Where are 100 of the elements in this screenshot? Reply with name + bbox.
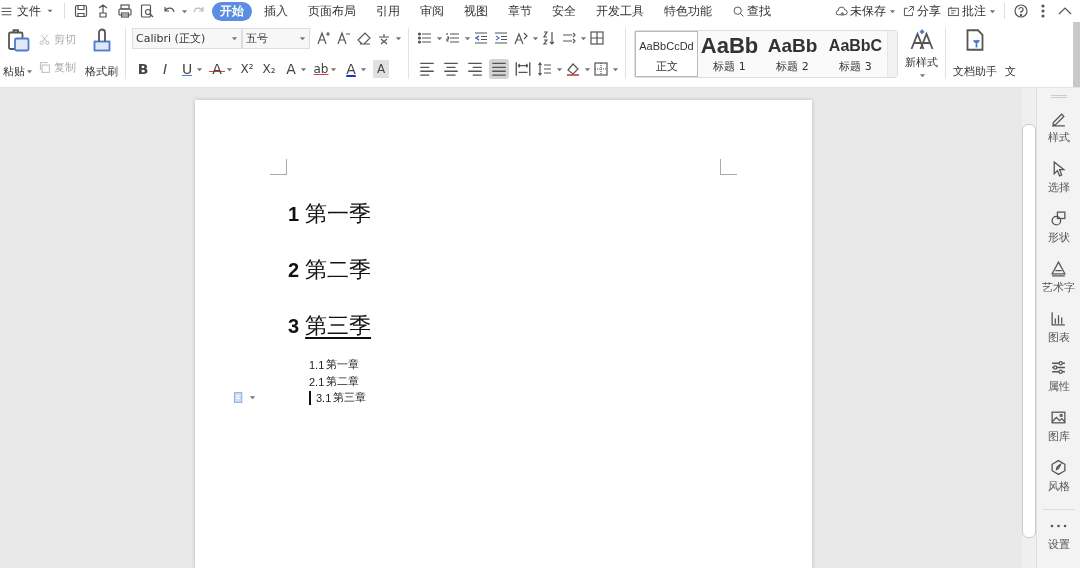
border-icon[interactable] xyxy=(593,61,609,77)
gallery-scrollbar[interactable] xyxy=(887,30,897,77)
heading-number: 1 xyxy=(288,203,300,226)
menu-tab[interactable]: 特色功能 xyxy=(656,1,720,21)
menu-tab[interactable]: 审阅 xyxy=(412,1,452,21)
increase-indent-icon[interactable] xyxy=(493,30,509,46)
scrollbar-thumb[interactable] xyxy=(1022,124,1036,538)
help-icon[interactable] xyxy=(1013,3,1029,19)
list-number: 2.1 xyxy=(309,375,325,388)
list-text: 第三章 xyxy=(333,391,367,406)
heading-text: 第三季 xyxy=(305,312,372,340)
shading-icon[interactable] xyxy=(565,61,581,77)
file-menu[interactable]: 文件 xyxy=(0,3,59,19)
italic-button[interactable]: I xyxy=(156,59,174,79)
bold-button[interactable]: B xyxy=(134,59,152,79)
table-icon[interactable] xyxy=(589,30,605,46)
paragraph-spacing-icon[interactable] xyxy=(561,30,577,46)
menu-tab[interactable]: 插入 xyxy=(256,1,296,21)
new-style-button[interactable]: 新样式 xyxy=(902,26,941,81)
new-style-icon xyxy=(909,28,934,52)
distribute-icon[interactable] xyxy=(513,59,533,79)
shrink-font-icon[interactable] xyxy=(336,30,352,46)
caret-icon xyxy=(989,7,996,15)
menu-tab[interactable]: 页面布局 xyxy=(300,1,364,21)
paste-button[interactable]: 粘贴 xyxy=(0,26,36,81)
caret-icon xyxy=(181,7,188,15)
search-button[interactable]: 查找 xyxy=(724,1,779,21)
sidebar-button[interactable]: 风格 xyxy=(1047,459,1070,510)
save-status-button[interactable]: 未保存 xyxy=(835,3,896,19)
share-button[interactable]: 分享 xyxy=(902,3,941,19)
menu-tab[interactable]: 开发工具 xyxy=(588,1,652,21)
caret-icon xyxy=(249,394,256,401)
share-icon xyxy=(902,4,915,18)
print-preview-icon[interactable] xyxy=(139,3,155,19)
caret-icon xyxy=(556,65,563,73)
sidebar-button[interactable]: 属性 xyxy=(1047,359,1070,410)
copy-icon xyxy=(38,60,51,74)
cloud-icon xyxy=(835,4,848,18)
sidebar-button[interactable]: 图库 xyxy=(1047,409,1070,460)
sort-icon[interactable] xyxy=(541,30,557,46)
paste-icon xyxy=(6,28,30,52)
style-option[interactable]: AaBbC 标题 3 xyxy=(824,30,887,77)
decrease-indent-icon[interactable] xyxy=(473,30,489,46)
superscript-button[interactable]: X² xyxy=(238,59,256,79)
menu-tab[interactable]: 章节 xyxy=(500,1,540,21)
hexagon-icon xyxy=(1050,459,1067,477)
style-option[interactable]: AaBb 标题 2 xyxy=(761,30,824,77)
margin-corner-mark xyxy=(270,159,287,175)
ribbon-button[interactable]: 文 xyxy=(1000,26,1020,81)
numbered-list-icon[interactable] xyxy=(445,30,461,46)
caret-icon xyxy=(612,65,619,73)
caret-icon xyxy=(464,34,471,42)
list-number: 3.1 xyxy=(316,392,332,405)
sidebar-button[interactable]: 形状 xyxy=(1047,209,1070,260)
caret-icon xyxy=(26,68,33,75)
print-icon[interactable] xyxy=(117,3,133,19)
highlight-button[interactable]: ab xyxy=(312,59,338,79)
font-color-button[interactable]: A xyxy=(342,59,368,79)
font-size-field[interactable]: 五号 xyxy=(242,27,310,49)
caret-icon xyxy=(889,7,896,15)
menu-tab[interactable]: 引用 xyxy=(368,1,408,21)
caret-icon xyxy=(231,34,238,42)
format-painter-button[interactable]: 格式刷 xyxy=(82,26,121,81)
style-option[interactable]: AaBbCcDd 正文 xyxy=(635,30,698,77)
bullet-list-icon[interactable] xyxy=(417,30,433,46)
caret-icon xyxy=(299,34,306,42)
sidebar-button[interactable]: 图表 xyxy=(1047,309,1070,360)
subscript-button[interactable]: X₂ xyxy=(260,59,278,79)
font-field[interactable]: Calibri (正文) xyxy=(132,27,242,49)
caret-icon xyxy=(918,72,926,79)
justify-icon[interactable] xyxy=(489,59,509,79)
style-option[interactable]: AaBb 标题 1 xyxy=(698,30,761,77)
margin-corner-mark xyxy=(720,159,737,175)
sidebar-grip[interactable] xyxy=(1050,95,1067,98)
bar-chart-icon xyxy=(1050,309,1067,327)
caret-icon xyxy=(196,65,203,73)
sidebar-button[interactable]: 样式 xyxy=(1047,110,1070,160)
underline-button[interactable]: U xyxy=(178,59,204,79)
scissors-icon xyxy=(38,33,51,47)
text-effect-button[interactable]: A xyxy=(282,59,308,79)
grow-font-icon[interactable] xyxy=(316,30,332,46)
character-shading-button[interactable]: A xyxy=(372,59,390,79)
eraser-icon[interactable] xyxy=(356,30,372,46)
heading-number: 3 xyxy=(288,315,300,338)
menu-tab[interactable]: 安全 xyxy=(544,1,584,21)
sidebar-button[interactable]: 设置 xyxy=(1047,518,1070,568)
line-spacing-icon[interactable] xyxy=(537,61,553,77)
list-text: 第二章 xyxy=(326,374,360,389)
caret-icon xyxy=(330,65,337,73)
caret-icon xyxy=(532,34,539,42)
caret-icon xyxy=(584,65,591,73)
comment-button[interactable]: 批注 xyxy=(947,3,996,19)
sidebar-button[interactable]: 选择 xyxy=(1047,159,1070,210)
list-text: 第一章 xyxy=(326,358,360,373)
menu-tab[interactable]: 视图 xyxy=(456,1,496,21)
save-icon[interactable] xyxy=(73,3,89,19)
search-icon xyxy=(732,4,745,18)
sidebar-button[interactable]: 艺术字 xyxy=(1042,259,1075,310)
document-assistant-button[interactable]: 文档助手 xyxy=(950,26,1000,81)
heading-text: 第二季 xyxy=(305,256,372,284)
